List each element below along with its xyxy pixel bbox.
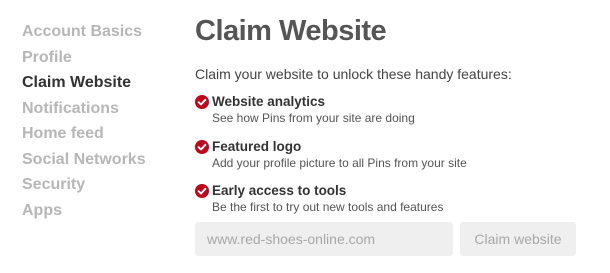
sidebar-item-account-basics[interactable]: Account Basics: [22, 19, 172, 45]
intro-text: Claim your website to unlock these handy…: [195, 66, 512, 82]
page-title: Claim Website: [195, 15, 387, 47]
claim-website-button[interactable]: Claim website: [460, 222, 576, 256]
feature-title: Early access to tools: [212, 183, 347, 198]
check-circle-icon: [195, 140, 209, 154]
feature-title: Website analytics: [212, 94, 326, 109]
sidebar-item-security[interactable]: Security: [22, 172, 172, 198]
check-circle-icon: [195, 95, 209, 109]
feature-title: Featured logo: [212, 139, 302, 154]
check-circle-icon: [195, 184, 209, 198]
sidebar-item-notifications[interactable]: Notifications: [22, 96, 172, 122]
feature-description: Add your profile picture to all Pins fro…: [212, 156, 467, 170]
sidebar-item-home-feed[interactable]: Home feed: [22, 121, 172, 147]
feature-description: Be the first to try out new tools and fe…: [212, 200, 444, 214]
feature-description: See how Pins from your site are doing: [212, 111, 415, 125]
sidebar-item-claim-website[interactable]: Claim Website: [22, 70, 172, 96]
settings-sidebar: Account Basics Profile Claim Website Not…: [22, 19, 172, 223]
sidebar-item-apps[interactable]: Apps: [22, 198, 172, 224]
sidebar-item-profile[interactable]: Profile: [22, 45, 172, 71]
website-url-input[interactable]: [195, 222, 453, 256]
sidebar-item-social-networks[interactable]: Social Networks: [22, 147, 172, 173]
